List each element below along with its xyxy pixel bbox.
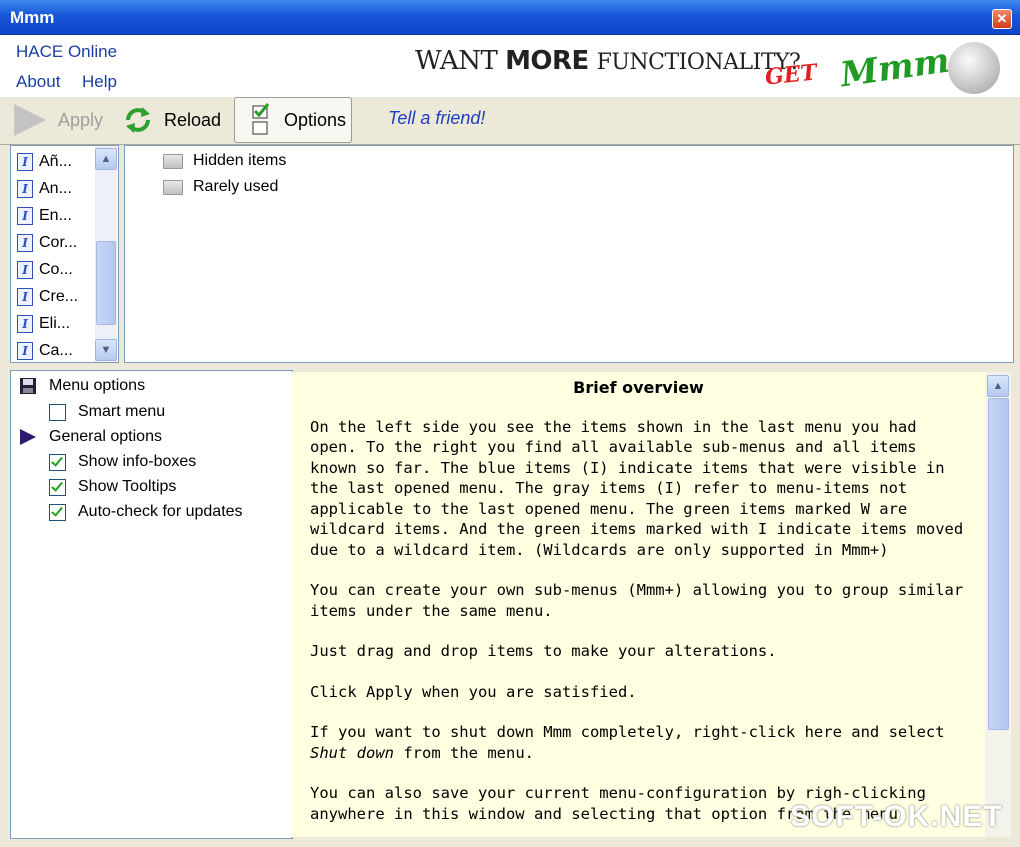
menu-list-scrollbar[interactable]: ▲ ▼	[95, 146, 117, 362]
menu-options-item[interactable]: Menu options	[19, 377, 145, 395]
menu-item[interactable]: I An...	[11, 175, 95, 202]
scroll-thumb[interactable]	[96, 241, 116, 325]
submenus-panel[interactable]: Hidden items Rarely used	[124, 145, 1014, 363]
checklist-icon	[252, 103, 270, 135]
options-label: Options	[284, 109, 347, 130]
menu-item-icon: I	[17, 152, 33, 171]
close-icon: ✕	[996, 11, 1008, 26]
overview-paragraph-4: Click Apply when you are satisfied.	[310, 682, 637, 701]
show-info-boxes-label: Show info-boxes	[78, 453, 197, 470]
help-link[interactable]: Help	[82, 72, 117, 92]
menu-item[interactable]: I Co...	[11, 256, 95, 283]
menu-item-icon: I	[17, 179, 33, 198]
overview-scroll-up[interactable]: ▲	[987, 375, 1009, 397]
menu-item-label: Añ...	[39, 152, 72, 170]
chevron-up-icon: ▲	[992, 380, 1004, 392]
scroll-down-button[interactable]: ▼	[95, 339, 117, 361]
play-icon	[14, 104, 46, 136]
close-button[interactable]: ✕	[992, 9, 1012, 29]
overview-paragraph-2: You can create your own sub-menus (Mmm+)…	[310, 581, 964, 620]
general-options-item[interactable]: General options	[19, 428, 162, 446]
overview-title: Brief overview	[573, 378, 704, 397]
banner-want: WANT	[415, 46, 506, 76]
reload-label: Reload	[164, 109, 222, 130]
overview-scrollbar[interactable]: ▲	[985, 372, 1011, 837]
folder-icon	[163, 153, 183, 169]
auto-check-label: Auto-check for updates	[78, 503, 243, 520]
menu-item[interactable]: I Cre...	[11, 283, 95, 310]
folder-label: Rarely used	[193, 178, 279, 195]
chevron-up-icon: ▲	[100, 153, 112, 165]
menu-item-label: Cre...	[39, 287, 79, 305]
auto-check-checkbox[interactable]: Auto-check for updates	[49, 503, 243, 521]
banner-want-more[interactable]: WANT MORE FUNCTIONALITY?	[415, 46, 801, 76]
menu-item-icon: I	[17, 206, 33, 225]
show-info-boxes-checkbox[interactable]: Show info-boxes	[49, 453, 196, 471]
menu-item[interactable]: I Eli...	[11, 310, 95, 337]
arrow-right-icon	[20, 429, 36, 445]
menu-item-label: Cor...	[39, 233, 78, 251]
smart-menu-check[interactable]	[49, 403, 66, 421]
shut-down-text: Shut down	[310, 743, 394, 762]
menu-item-label: Ca...	[39, 341, 73, 359]
menu-item-label: Eli...	[39, 314, 71, 332]
overview-p5-part1: If you want to shut down Mmm completely,…	[310, 723, 945, 741]
apply-label: Apply	[58, 109, 104, 130]
menu-item-icon: I	[17, 341, 33, 360]
floppy-icon	[20, 378, 36, 394]
folder-rarely-used[interactable]: Rarely used	[163, 174, 286, 200]
watermark: SOFT-OK.NET	[790, 800, 1003, 833]
title-bar[interactable]: Mmm ✕	[0, 0, 1020, 35]
menu-item-icon: I	[17, 287, 33, 306]
folder-icon	[163, 179, 183, 195]
overview-panel[interactable]: Brief overview On the left side you see …	[292, 372, 985, 837]
tell-a-friend-link[interactable]: Tell a friend!	[388, 108, 485, 129]
menu-item-label: En...	[39, 206, 72, 224]
menu-item-label: An...	[39, 179, 72, 197]
about-link[interactable]: About	[16, 72, 60, 92]
folder-label: Hidden items	[193, 152, 287, 169]
reload-icon	[126, 107, 150, 133]
show-tooltips-label: Show Tooltips	[78, 478, 177, 495]
menu-items-container: I Añ... I An... I En... I Cor... I Co... I Cre... I E…	[11, 148, 95, 364]
hace-online-link[interactable]: HACE Online	[16, 42, 117, 62]
menu-item-icon: I	[17, 260, 33, 279]
overview-scroll-thumb[interactable]	[988, 398, 1009, 730]
orb-icon	[948, 42, 1000, 94]
menu-items-list[interactable]: I Añ... I An... I En... I Cor... I Co... I Cre... I E…	[10, 145, 119, 363]
menu-options-label: Menu options	[49, 377, 146, 394]
general-options-label: General options	[49, 428, 162, 445]
show-tooltips-checkbox[interactable]: Show Tooltips	[49, 478, 176, 496]
reload-button[interactable]: Reload	[122, 98, 221, 142]
show-info-boxes-check[interactable]	[49, 453, 66, 471]
banner-get[interactable]: GET	[764, 59, 818, 90]
apply-button[interactable]: Apply	[12, 98, 103, 142]
menu-item[interactable]: I En...	[11, 202, 95, 229]
options-panel: Menu options Smart menu General options …	[10, 370, 293, 839]
menu-item[interactable]: I Añ...	[11, 148, 95, 175]
smart-menu-checkbox[interactable]: Smart menu	[49, 403, 165, 421]
menu-item[interactable]: I Cor...	[11, 229, 95, 256]
folders-container: Hidden items Rarely used	[163, 148, 286, 200]
window-title: Mmm	[10, 8, 55, 27]
menu-item-icon: I	[17, 233, 33, 252]
scroll-up-button[interactable]: ▲	[95, 148, 117, 170]
menu-item-icon: I	[17, 314, 33, 333]
menu-item-label: Co...	[39, 260, 73, 278]
banner-more: MORE	[505, 46, 589, 76]
options-button-content[interactable]: Options	[250, 98, 346, 142]
show-tooltips-check[interactable]	[49, 478, 66, 496]
overview-p5-part2: from the menu.	[394, 743, 534, 762]
overview-paragraph-3: Just drag and drop items to make your al…	[310, 642, 777, 660]
folder-hidden-items[interactable]: Hidden items	[163, 148, 286, 174]
auto-check-check[interactable]	[49, 503, 66, 521]
menu-item[interactable]: I Ca...	[11, 337, 95, 364]
chevron-down-icon: ▼	[100, 344, 112, 356]
smart-menu-label: Smart menu	[78, 403, 166, 420]
overview-paragraph-5: If you want to shut down Mmm completely,…	[310, 722, 970, 763]
overview-paragraph-1: On the left side you see the items shown…	[310, 417, 964, 559]
